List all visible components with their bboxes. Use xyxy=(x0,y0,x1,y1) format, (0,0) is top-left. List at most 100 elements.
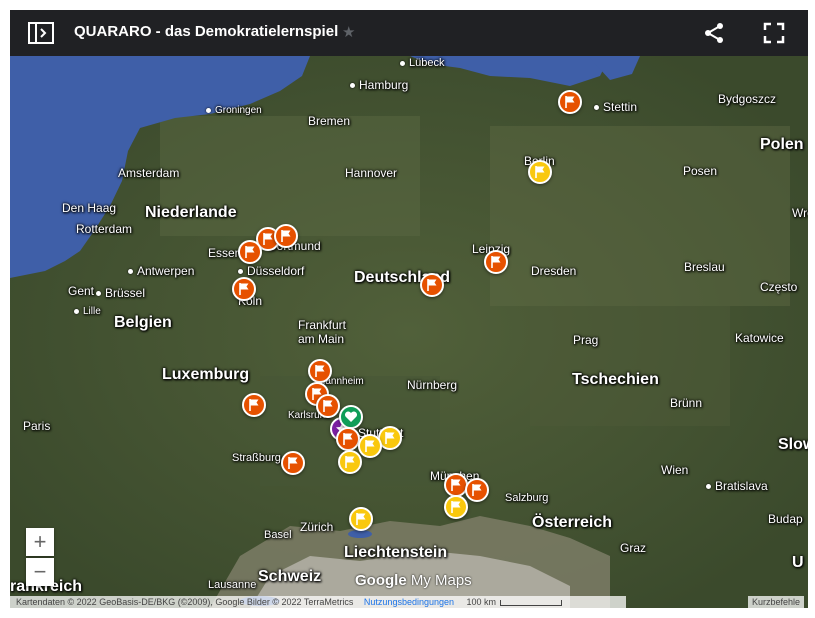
label-bratislava: Bratislava xyxy=(706,479,768,493)
label-paris: Paris xyxy=(23,419,51,433)
legend-toggle-icon[interactable] xyxy=(28,22,54,44)
label-bydgoszcz: Bydgoszcz xyxy=(718,92,777,106)
label-dresden: Dresden xyxy=(531,264,577,278)
label-czestochowa: Często xyxy=(760,280,798,294)
label-prag: Prag xyxy=(573,333,599,347)
keyboard-shortcuts-link[interactable]: Kurzbefehle xyxy=(748,596,805,608)
flag-icon xyxy=(472,484,482,496)
label-amsterdam: Amsterdam xyxy=(118,166,180,180)
map-marker-orange-flag[interactable] xyxy=(232,277,256,301)
label-ungarn: U xyxy=(792,554,804,571)
label-belgien: Belgien xyxy=(114,314,172,331)
map-marker-orange-flag[interactable] xyxy=(444,473,468,497)
label-liechtenstein: Liechtenstein xyxy=(344,544,448,561)
zoom-in-button[interactable]: + xyxy=(26,528,54,556)
logo-google-text: Google xyxy=(355,572,407,589)
label-luebeck: Lübeck xyxy=(400,57,444,69)
flag-icon xyxy=(356,513,366,525)
label-oesterreich: Österreich xyxy=(532,514,613,531)
label-salzburg: Salzburg xyxy=(505,492,549,504)
label-hamburg: Hamburg xyxy=(350,78,408,92)
map-attribution-bar: Kartendaten © 2022 GeoBasis-DE/BKG (©200… xyxy=(10,596,626,608)
logo-mymaps-text: My Maps xyxy=(406,572,472,589)
scale-label: 100 km xyxy=(466,597,497,607)
label-rotterdam: Rotterdam xyxy=(76,222,133,236)
label-zuerich: Zürich xyxy=(300,520,334,534)
flag-icon xyxy=(315,365,325,377)
label-posen: Posen xyxy=(683,164,718,178)
label-budapest: Budap xyxy=(768,512,803,526)
flag-icon xyxy=(345,456,355,468)
map-marker-orange-flag[interactable] xyxy=(238,240,262,264)
fullscreen-icon[interactable] xyxy=(763,22,785,44)
label-hannover: Hannover xyxy=(345,166,398,180)
label-luxemburg: Luxemburg xyxy=(162,366,250,383)
label-gent: Gent xyxy=(68,284,95,298)
label-frankfurt: Frankfurt xyxy=(298,318,347,332)
flag-icon xyxy=(343,433,353,445)
map-canvas[interactable]: Lübeck Hamburg Stettin Bydgoszcz Groning… xyxy=(10,56,808,608)
label-groningen: Groningen xyxy=(206,105,262,116)
map-header: QUARARO - das Demokratielernspiel ★ xyxy=(10,10,808,56)
label-breslau: Breslau xyxy=(684,260,725,274)
map-marker-yellow-flag[interactable] xyxy=(338,450,362,474)
label-antwerpen: Antwerpen xyxy=(128,264,194,278)
map-marker-orange-flag[interactable] xyxy=(281,451,305,475)
label-lausanne: Lausanne xyxy=(208,579,257,591)
map-marker-yellow-flag[interactable] xyxy=(349,507,373,531)
map-marker-orange-flag[interactable] xyxy=(316,394,340,418)
label-essen: Essen xyxy=(208,246,242,260)
satellite-terrain xyxy=(10,56,808,608)
share-icon[interactable] xyxy=(703,22,725,44)
flag-icon xyxy=(385,432,395,444)
map-marker-green-heart[interactable] xyxy=(339,405,363,429)
flag-icon xyxy=(491,256,501,268)
map-marker-yellow-flag[interactable] xyxy=(444,495,468,519)
map-marker-orange-flag[interactable] xyxy=(242,393,266,417)
label-schweiz: Schweiz xyxy=(258,568,322,585)
flag-icon xyxy=(323,400,333,412)
map-marker-orange-flag[interactable] xyxy=(274,224,298,248)
map-marker-orange-flag[interactable] xyxy=(336,427,360,451)
label-duesseldorf: Düsseldorf xyxy=(238,264,304,278)
label-bruenn: Brünn xyxy=(670,396,703,410)
flag-icon xyxy=(365,440,375,452)
flag-icon xyxy=(281,230,291,242)
label-stettin: Stettin xyxy=(594,100,637,114)
map-marker-yellow-flag[interactable] xyxy=(358,434,382,458)
label-wroclaw: Wrocław xyxy=(792,206,808,220)
heart-icon xyxy=(344,411,358,422)
map-marker-orange-flag[interactable] xyxy=(484,250,508,274)
label-bruessel: Brüssel xyxy=(96,286,145,300)
flag-icon xyxy=(535,166,545,178)
label-lille: Lille xyxy=(74,306,101,317)
label-am-main: am Main xyxy=(298,332,345,346)
flag-icon xyxy=(565,96,575,108)
label-strassburg: Straßburg xyxy=(232,452,281,464)
map-marker-orange-flag[interactable] xyxy=(465,478,489,502)
label-graz: Graz xyxy=(620,541,647,555)
flag-icon xyxy=(451,501,461,513)
label-tschechien: Tschechien xyxy=(572,371,659,388)
label-wien: Wien xyxy=(661,463,689,477)
flag-icon xyxy=(263,233,273,245)
map-marker-orange-flag[interactable] xyxy=(308,359,332,383)
label-bremen: Bremen xyxy=(308,114,351,128)
map-marker-yellow-flag[interactable] xyxy=(528,160,552,184)
flag-icon xyxy=(451,479,461,491)
scale-bar xyxy=(500,599,563,606)
label-slowakei: Slow xyxy=(778,436,808,453)
star-icon[interactable]: ★ xyxy=(342,23,355,41)
label-basel: Basel xyxy=(264,529,292,541)
zoom-out-button[interactable]: − xyxy=(26,558,54,586)
label-polen: Polen xyxy=(760,136,804,153)
flag-icon xyxy=(245,246,255,258)
map-title: QUARARO - das Demokratielernspiel xyxy=(74,23,339,40)
map-marker-orange-flag[interactable] xyxy=(558,90,582,114)
map-embed: QUARARO - das Demokratielernspiel ★ Lübe… xyxy=(10,10,808,608)
label-nuernberg: Nürnberg xyxy=(407,378,458,392)
map-marker-orange-flag[interactable] xyxy=(420,273,444,297)
label-den-haag: Den Haag xyxy=(62,201,117,215)
label-niederlande: Niederlande xyxy=(145,204,237,221)
terms-link[interactable]: Nutzungsbedingungen xyxy=(364,597,454,607)
